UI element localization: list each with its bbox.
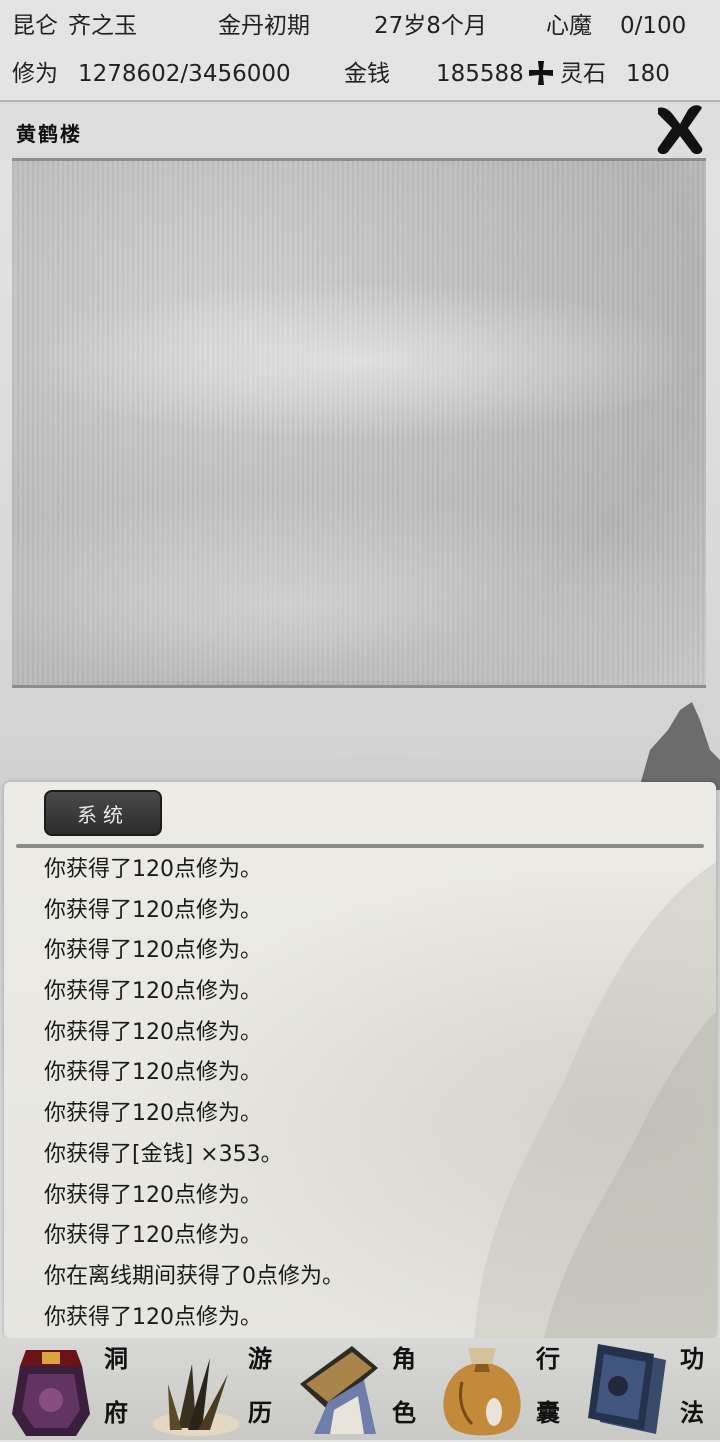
cultivation-value: 1278602/3456000 [78,61,291,87]
money-label: 金钱 [344,61,390,87]
log-entry: 你获得了[金钱] ×353。 [44,1141,283,1167]
skill-book-icon [580,1340,674,1438]
nav-label-bottom: 色 [392,1398,416,1427]
close-icon[interactable] [652,100,708,158]
cultivation-label: 修为 [12,61,58,87]
add-money-icon[interactable] [526,58,556,88]
heart-demon-label: 心魔 [546,13,592,39]
mist-layer [12,281,706,441]
log-entry: 你获得了120点修为。 [44,938,262,964]
log-entry: 你获得了120点修为。 [44,1019,262,1045]
nav-inventory[interactable]: 行 囊 [432,1340,578,1440]
log-entry: 你获得了120点修为。 [44,979,262,1005]
nav-label-top: 洞 [104,1344,128,1373]
log-list: 你获得了120点修为。 你获得了120点修为。 你获得了120点修为。 你获得了… [44,850,684,1338]
nav-character[interactable]: 角 色 [294,1340,434,1440]
heart-demon-value: 0/100 [620,13,687,39]
cave-dwelling-icon [6,1344,96,1438]
nav-skills[interactable]: 功 法 [580,1340,718,1440]
status-bar: 昆仑 齐之玉 金丹初期 27岁8个月 心魔 0/100 修为 1278602/3… [0,0,720,102]
nav-cave-dwelling[interactable]: 洞 府 [6,1340,144,1440]
log-entry: 你获得了120点修为。 [44,1304,262,1330]
nav-label-top: 游 [248,1344,272,1373]
money-value: 185588 [436,61,524,87]
inventory-bag-icon [432,1342,532,1438]
log-entry: 你在离线期间获得了0点修为。 [44,1263,344,1289]
divider [16,844,704,848]
nav-travel[interactable]: 游 历 [148,1340,288,1440]
log-entry: 你获得了120点修为。 [44,1101,262,1127]
nav-label-top: 功 [680,1344,704,1373]
nav-label-bottom: 法 [680,1398,704,1427]
character-age: 27岁8个月 [374,13,487,39]
nav-label-top: 角 [392,1344,416,1373]
travel-icon [148,1344,244,1438]
location-title: 黄鹤楼 [16,122,82,146]
spirit-stone-value: 180 [626,61,670,87]
nav-label-bottom: 囊 [536,1398,560,1427]
log-entry: 你获得了120点修为。 [44,1060,262,1086]
character-icon [294,1340,384,1438]
nav-label-bottom: 府 [104,1398,128,1427]
log-entry: 你获得了120点修为。 [44,897,262,923]
mist-layer [12,491,706,681]
ink-mountain-decoration [0,690,720,790]
location-bar [0,102,720,160]
character-name: 齐之玉 [68,13,137,39]
log-entry: 你获得了120点修为。 [44,1182,262,1208]
log-entry: 你获得了120点修为。 [44,857,262,882]
nav-label-bottom: 历 [248,1398,272,1427]
tab-system[interactable]: 系统 [44,790,162,836]
location-scene [12,158,706,688]
log-entry: 你获得了120点修为。 [44,1223,262,1249]
nav-label-top: 行 [536,1344,560,1373]
realm-level: 金丹初期 [218,13,310,39]
sect-name: 昆仑 [12,13,58,39]
spirit-stone-label: 灵石 [560,61,606,87]
